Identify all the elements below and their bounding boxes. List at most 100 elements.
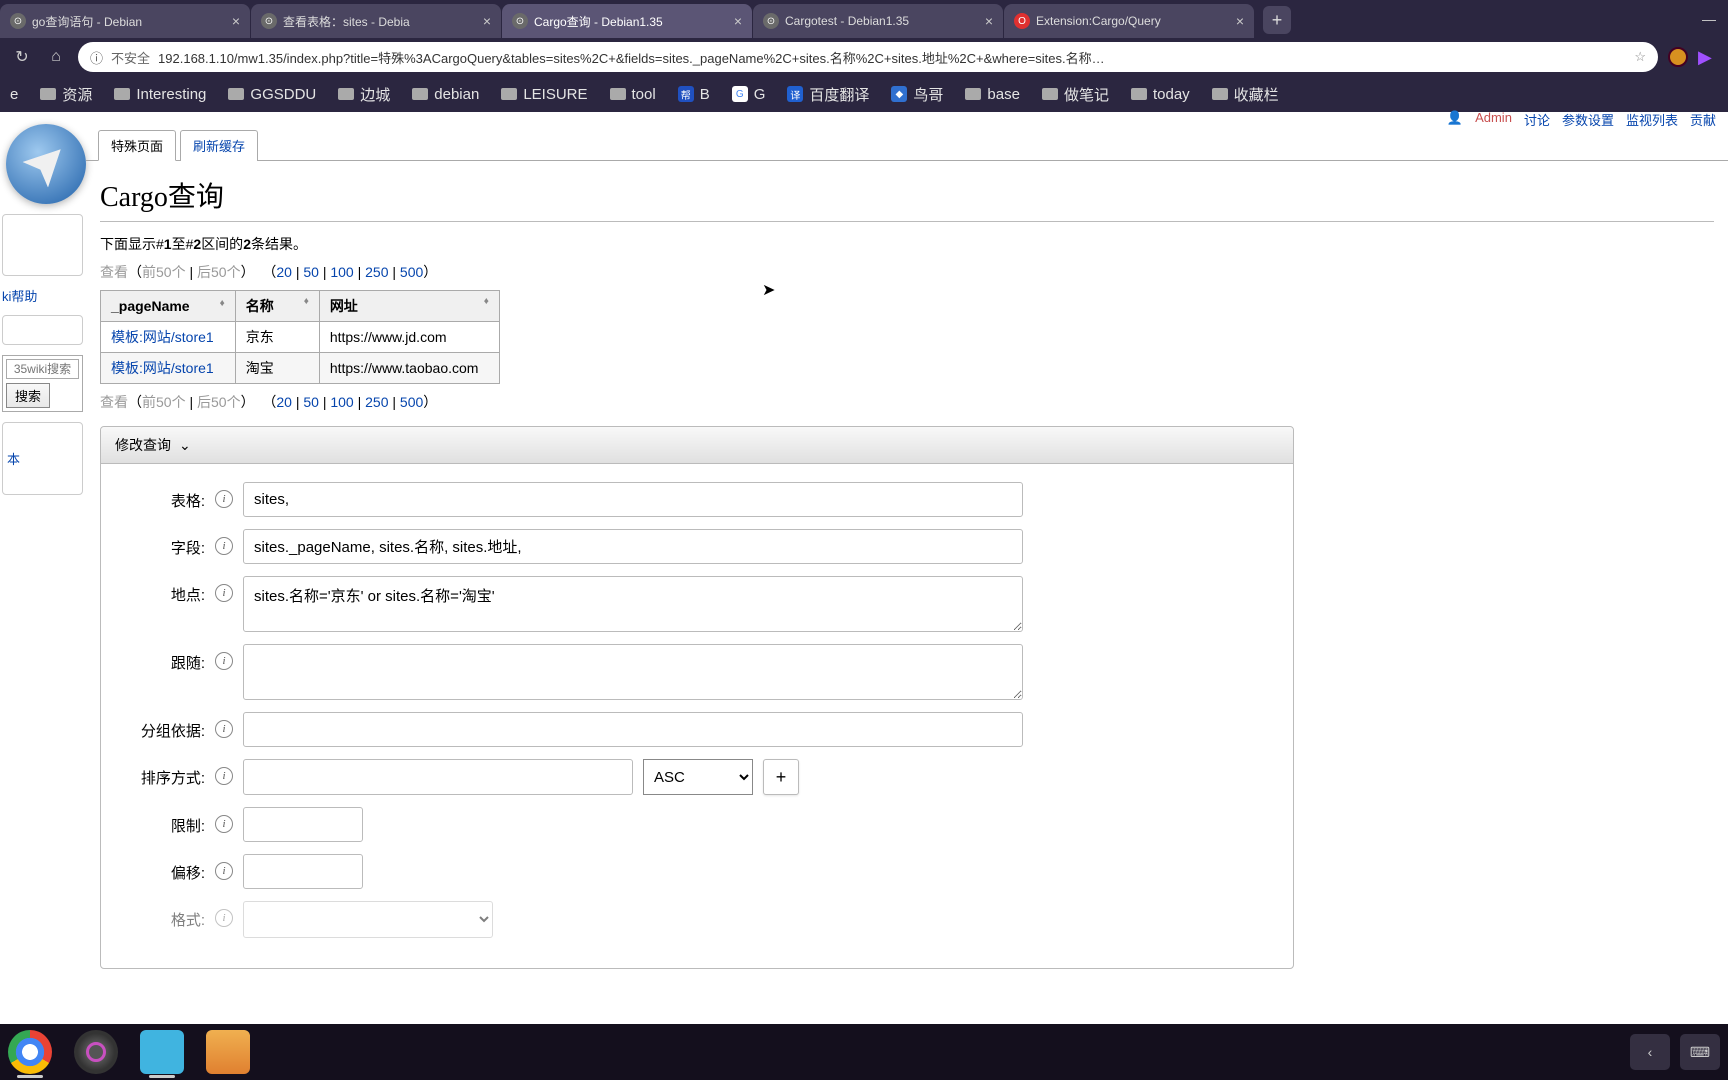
bookmark-item[interactable]: 边城	[338, 84, 390, 105]
close-icon[interactable]: ×	[734, 13, 742, 29]
label-join: 跟随:	[125, 644, 205, 673]
tab-1[interactable]: ⊙查看表格：sites - Debia×	[251, 4, 501, 38]
col-name[interactable]: 名称♦	[235, 291, 319, 322]
label-group: 分组依据:	[125, 712, 205, 741]
tray-back[interactable]: ‹	[1630, 1034, 1670, 1070]
info-icon[interactable]: i	[215, 537, 233, 555]
new-tab-button[interactable]: +	[1263, 6, 1291, 34]
col-url[interactable]: 网址♦	[319, 291, 499, 322]
limit-500[interactable]: 500	[400, 264, 423, 280]
tab-4[interactable]: OExtension:Cargo/Query×	[1004, 4, 1254, 38]
app-icon-orange[interactable]	[206, 1030, 250, 1074]
sidebar-search-input[interactable]	[6, 359, 79, 379]
tables-input[interactable]	[243, 482, 1023, 517]
page-link[interactable]: 模板:网站/store1	[101, 322, 236, 353]
limit-50[interactable]: 50	[303, 394, 319, 410]
info-icon[interactable]: i	[215, 652, 233, 670]
settings-icon[interactable]	[74, 1030, 118, 1074]
home-button[interactable]: ⌂	[44, 48, 68, 66]
limit-250[interactable]: 250	[365, 394, 388, 410]
bookmark-item[interactable]: 做笔记	[1042, 84, 1109, 105]
bookmarks-bar: e 资源 Interesting GGSDDU 边城 debian LEISUR…	[0, 76, 1728, 112]
bookmark-item[interactable]: e	[10, 86, 18, 103]
bird-icon: ◆	[891, 86, 907, 102]
page-link[interactable]: 模板:网站/store1	[101, 353, 236, 384]
tab-special-page[interactable]: 特殊页面	[98, 130, 176, 161]
limit-500[interactable]: 500	[400, 394, 423, 410]
limit-50[interactable]: 50	[303, 264, 319, 280]
form-header[interactable]: 修改查询 ⌄	[101, 427, 1293, 464]
sidebar-help-link[interactable]: ki帮助	[2, 286, 83, 305]
sidebar-box-3: 本	[2, 422, 83, 495]
bookmark-item[interactable]: 收藏栏	[1212, 84, 1279, 105]
bookmark-star-icon[interactable]: ☆	[1634, 49, 1646, 65]
tab-0[interactable]: ⊙go查询语句 - Debian×	[0, 4, 250, 38]
globe-icon: ⊙	[763, 13, 779, 29]
close-icon[interactable]: ×	[483, 13, 491, 29]
info-icon[interactable]: i	[215, 584, 233, 602]
minimize-button[interactable]: —	[1702, 11, 1716, 27]
tab-refresh-cache[interactable]: 刷新缓存	[180, 130, 258, 161]
user-admin-link[interactable]: Admin	[1475, 110, 1512, 129]
info-icon[interactable]: i	[215, 862, 233, 880]
bookmark-item[interactable]: 资源	[40, 84, 92, 105]
group-input[interactable]	[243, 712, 1023, 747]
format-select[interactable]	[243, 901, 493, 938]
close-icon[interactable]: ×	[232, 13, 240, 29]
limit-20[interactable]: 20	[276, 264, 292, 280]
extension-icon[interactable]	[1668, 47, 1688, 67]
bookmark-item[interactable]: Interesting	[114, 86, 206, 103]
tray-keyboard[interactable]: ⌨	[1680, 1034, 1720, 1070]
globe-icon: ⊙	[10, 13, 26, 29]
pagination-bottom: 查看（前50个 | 后50个） （20 | 50 | 100 | 250 | 5…	[100, 392, 1714, 412]
col-pagename[interactable]: _pageName♦	[101, 291, 236, 322]
info-icon[interactable]: i	[215, 909, 233, 927]
bookmark-item[interactable]: GG	[732, 86, 766, 103]
limit-20[interactable]: 20	[276, 394, 292, 410]
os-taskbar: ‹ ⌨	[0, 1024, 1728, 1080]
bookmark-item[interactable]: GGSDDU	[228, 86, 316, 103]
extension-icon-2[interactable]: ▶	[1698, 47, 1718, 67]
contrib-link[interactable]: 贡献	[1690, 110, 1716, 129]
info-icon[interactable]: i	[215, 490, 233, 508]
prefs-link[interactable]: 参数设置	[1562, 110, 1614, 129]
info-icon[interactable]: i	[215, 815, 233, 833]
talk-link[interactable]: 讨论	[1524, 110, 1550, 129]
limit-250[interactable]: 250	[365, 264, 388, 280]
join-input[interactable]	[243, 644, 1023, 700]
where-input[interactable]	[243, 576, 1023, 632]
close-icon[interactable]: ×	[1236, 13, 1244, 29]
bookmark-item[interactable]: ◆鸟哥	[891, 84, 943, 105]
limit-100[interactable]: 100	[330, 264, 353, 280]
offset-input[interactable]	[243, 854, 363, 889]
info-icon[interactable]: i	[215, 720, 233, 738]
sidebar-search-button[interactable]: 搜索	[6, 383, 50, 408]
wiki-logo[interactable]	[6, 124, 86, 204]
tab-2[interactable]: ⊙Cargo查询 - Debian1.35×	[502, 4, 752, 38]
bilibili-icon: 帮	[678, 86, 694, 102]
fields-input[interactable]	[243, 529, 1023, 564]
bookmark-item[interactable]: 帮B	[678, 86, 710, 103]
limit-input[interactable]	[243, 807, 363, 842]
label-where: 地点:	[125, 576, 205, 605]
label-limit: 限制:	[125, 807, 205, 836]
bookmark-item[interactable]: base	[965, 86, 1020, 103]
order-field-input[interactable]	[243, 759, 633, 795]
limit-100[interactable]: 100	[330, 394, 353, 410]
reload-button[interactable]: ↻	[10, 47, 34, 67]
address-bar[interactable]: ⓘ 不安全 192.168.1.10/mw1.35/index.php?titl…	[78, 42, 1658, 72]
tab-3[interactable]: ⊙Cargotest - Debian1.35×	[753, 4, 1003, 38]
bookmark-item[interactable]: LEISURE	[501, 86, 587, 103]
info-icon[interactable]: i	[215, 767, 233, 785]
query-form: 修改查询 ⌄ 表格: i 字段: i 地点:	[100, 426, 1294, 969]
order-dir-select[interactable]: ASC	[643, 759, 753, 795]
chrome-icon[interactable]	[8, 1030, 52, 1074]
watchlist-link[interactable]: 监视列表	[1626, 110, 1678, 129]
add-sort-button[interactable]: +	[763, 759, 799, 795]
bookmark-item[interactable]: today	[1131, 86, 1190, 103]
close-icon[interactable]: ×	[985, 13, 993, 29]
app-icon-blue[interactable]	[140, 1030, 184, 1074]
bookmark-item[interactable]: tool	[610, 86, 656, 103]
bookmark-item[interactable]: 译百度翻译	[787, 84, 869, 105]
bookmark-item[interactable]: debian	[412, 86, 479, 103]
